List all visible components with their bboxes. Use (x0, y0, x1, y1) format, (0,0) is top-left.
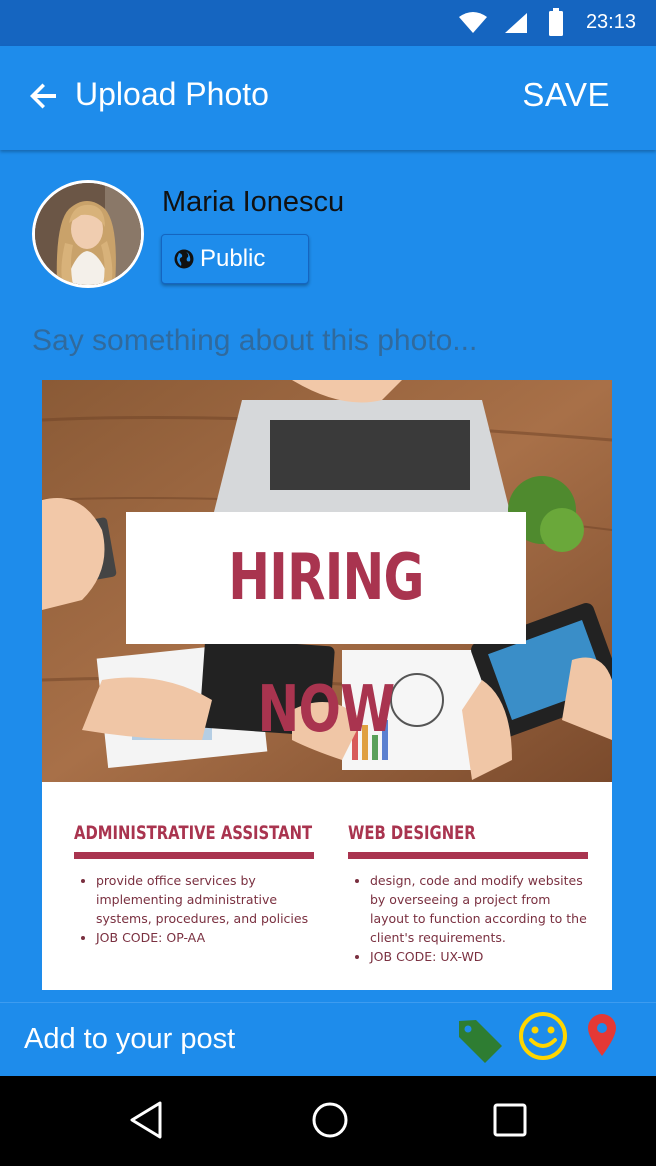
privacy-button[interactable]: Public (161, 234, 309, 284)
headline: HIRING NOW (228, 541, 424, 747)
job-column-admin: ADMINISTRATIVE ASSISTANT provide office … (74, 822, 314, 947)
add-to-post-label: Add to your post (24, 1023, 236, 1055)
job-column-web: WEB DESIGNER design, code and modify web… (348, 822, 588, 966)
avatar (32, 180, 144, 288)
list-item: provide office services by implementing … (96, 871, 314, 928)
system-nav-bar (0, 1076, 656, 1166)
battery-icon (549, 8, 563, 36)
recents-square-icon[interactable] (492, 1102, 528, 1138)
wifi-icon (459, 12, 487, 33)
list-item: JOB CODE: OP-AA (96, 928, 314, 947)
home-circle-icon[interactable] (310, 1100, 350, 1140)
user-name: Maria Ionescu (162, 186, 345, 218)
signal-icon (505, 13, 527, 33)
page-title: Upload Photo (75, 76, 269, 112)
globe-icon (174, 249, 194, 269)
smiley-icon[interactable] (518, 1011, 568, 1061)
caption-input[interactable] (32, 318, 632, 364)
job-bullets: design, code and modify websites by over… (348, 871, 588, 966)
uploaded-photo: HIRING NOW ADMINISTRATIVE ASSISTANT prov… (42, 380, 612, 990)
divider (74, 852, 314, 859)
list-item: JOB CODE: UX-WD (370, 947, 588, 966)
avatar-photo (35, 183, 141, 285)
arrow-left-icon[interactable] (28, 80, 60, 112)
location-pin-icon[interactable] (586, 1013, 618, 1057)
privacy-label: Public (200, 245, 266, 272)
add-to-post-bar[interactable]: Add to your post (0, 1002, 656, 1077)
job-title: WEB DESIGNER (348, 822, 476, 844)
status-bar: 23:13 (0, 0, 656, 46)
back-triangle-icon[interactable] (128, 1100, 164, 1140)
tag-icon[interactable] (456, 1017, 504, 1065)
save-button[interactable]: SAVE (522, 76, 610, 114)
headline-box: HIRING NOW (126, 512, 526, 747)
status-time: 23:13 (585, 11, 636, 33)
job-title: ADMINISTRATIVE ASSISTANT (74, 822, 313, 844)
divider (348, 852, 588, 859)
list-item: design, code and modify websites by over… (370, 871, 588, 947)
app-bar: Upload Photo SAVE (0, 46, 656, 150)
job-bullets: provide office services by implementing … (74, 871, 314, 947)
